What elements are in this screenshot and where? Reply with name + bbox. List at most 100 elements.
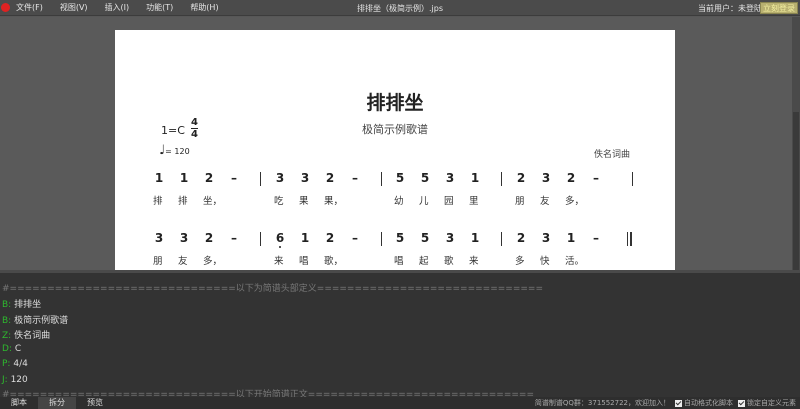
current-user-label: 当前用户：未登陆	[698, 4, 762, 13]
field-key: D:	[2, 343, 12, 354]
login-button[interactable]: 立刻登录	[760, 2, 798, 14]
note-value: 5	[420, 231, 430, 245]
note-value: 1	[566, 231, 576, 245]
lyric: 坐，	[203, 196, 223, 207]
lyric: 友	[540, 196, 550, 207]
note: 1	[153, 171, 165, 185]
field-key: Z:	[2, 331, 12, 341]
body-comment: #==============================以下开始简谱正文=…	[2, 390, 535, 397]
lyric: 来	[274, 256, 284, 267]
note-value: 1	[470, 231, 480, 245]
note-value: –	[231, 231, 237, 245]
lyric: 排	[178, 196, 188, 207]
tempo-value: = 120	[165, 147, 190, 156]
script-line[interactable]: B: 排排坐	[2, 297, 41, 310]
note-value: 1	[470, 171, 480, 185]
field-key: J:	[2, 374, 8, 385]
barline	[381, 232, 382, 246]
note-value: 2	[325, 171, 335, 185]
low-octave-dot-icon	[279, 246, 281, 248]
tab-script[interactable]: 脚本	[0, 397, 38, 409]
note: 2	[565, 171, 577, 185]
lyric: 多，	[203, 256, 223, 267]
script-line[interactable]: P: 4/4	[2, 359, 28, 369]
menu-view[interactable]: 视图(V)	[60, 2, 88, 13]
key-signature: 1=C	[161, 124, 185, 137]
note: 5	[419, 171, 431, 185]
barline	[627, 232, 628, 246]
menu-file[interactable]: 文件(F)	[16, 2, 43, 13]
lyric: 歌	[444, 256, 454, 267]
lyric: 活。	[565, 256, 585, 267]
composer: 佚名词曲	[594, 150, 631, 160]
note-value: 1	[179, 171, 189, 185]
tempo-marking: ♩= 120	[159, 143, 190, 158]
note: 6	[274, 231, 286, 248]
script-line[interactable]: B: 极简示例歌谱	[2, 313, 68, 326]
barline	[260, 232, 261, 246]
lyric: 果	[299, 196, 309, 207]
note: 5	[394, 231, 406, 245]
lyric: 快	[540, 256, 550, 267]
lyric: 吃	[274, 196, 284, 207]
qq-group-text: 简谱制谱QQ群：371552722，欢迎加入！	[534, 399, 670, 407]
score-title: 排排坐	[366, 92, 424, 114]
final-barline	[630, 232, 632, 246]
preview-scrollbar[interactable]	[792, 17, 800, 282]
note: 1	[565, 231, 577, 245]
lyric: 儿	[419, 196, 429, 207]
tab-preview[interactable]: 预览	[76, 397, 114, 409]
barline	[501, 232, 502, 246]
field-value: 4/4	[13, 359, 28, 369]
note: 3	[274, 171, 286, 185]
note: 3	[444, 231, 456, 245]
note: –	[349, 231, 361, 245]
note-value: –	[593, 231, 599, 245]
menu-function[interactable]: 功能(T)	[146, 2, 173, 13]
lyric: 排	[153, 196, 163, 207]
note: 2	[324, 231, 336, 245]
score-subtitle: 极简示例歌谱	[362, 123, 428, 136]
field-key: B:	[2, 300, 12, 310]
note-value: 2	[516, 171, 526, 185]
lyric: 歌，	[324, 256, 344, 267]
note: 1	[299, 231, 311, 245]
time-signature: 4 4	[191, 117, 198, 140]
note: 2	[203, 171, 215, 185]
note-value: 5	[395, 231, 405, 245]
note: –	[228, 231, 240, 245]
note: 3	[299, 171, 311, 185]
tab-split[interactable]: 拆分	[38, 397, 76, 409]
script-line[interactable]: D: C	[2, 344, 21, 354]
note-value: 1	[154, 171, 164, 185]
note-value: 6	[275, 231, 285, 245]
note-value: 3	[541, 231, 551, 245]
note: 1	[178, 171, 190, 185]
menu-help[interactable]: 帮助(H)	[190, 2, 218, 13]
field-key: P:	[2, 359, 11, 369]
barline	[501, 172, 502, 186]
note-value: 3	[300, 171, 310, 185]
note: 2	[515, 171, 527, 185]
scrollbar-thumb[interactable]	[793, 112, 799, 282]
lock-custom-checkbox[interactable]: 锁定自定义元素	[738, 397, 796, 409]
note: 2	[515, 231, 527, 245]
note-value: 3	[179, 231, 189, 245]
note-value: –	[593, 171, 599, 185]
status-area: 简谱制谱QQ群：371552722，欢迎加入！ 自动格式化脚本 锁定自定义元素	[535, 397, 796, 409]
time-sig-bottom: 4	[191, 129, 198, 140]
lyric: 幼	[394, 196, 404, 207]
note-value: 3	[154, 231, 164, 245]
script-line[interactable]: Z: 佚名词曲	[2, 328, 50, 341]
note: 3	[444, 171, 456, 185]
app-logo-icon	[1, 3, 10, 12]
auto-format-checkbox[interactable]: 自动格式化脚本	[675, 397, 733, 409]
menu-insert[interactable]: 插入(I)	[105, 2, 130, 13]
barline	[632, 172, 633, 186]
script-editor[interactable]: #==============================以下为简谱头部定义…	[0, 273, 800, 397]
note-value: –	[352, 231, 358, 245]
field-value: C	[14, 343, 22, 354]
script-line[interactable]: J: 120	[2, 375, 28, 385]
field-value: 排排坐	[14, 300, 42, 310]
bottom-bar: 脚本 拆分 预览 简谱制谱QQ群：371552722，欢迎加入！ 自动格式化脚本…	[0, 397, 800, 409]
